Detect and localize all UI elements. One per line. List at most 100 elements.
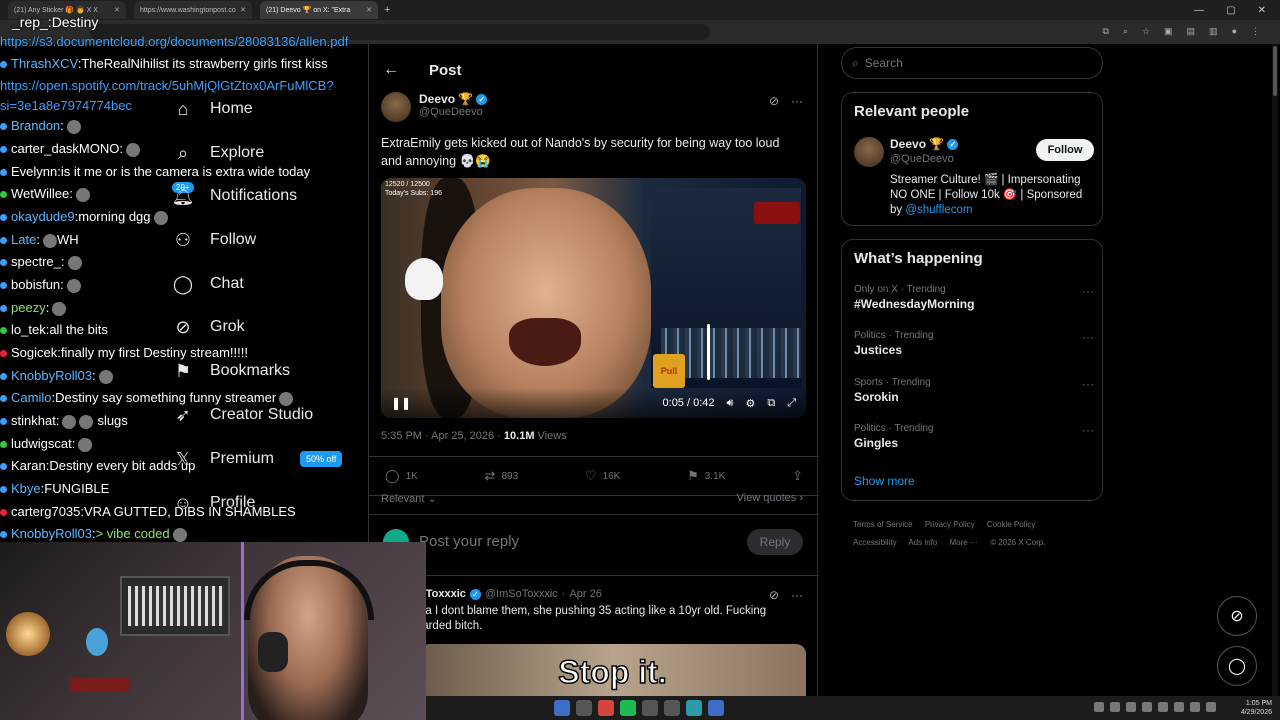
bio-mention-link[interactable]: @shufflecom [905,204,972,216]
steam-icon[interactable] [642,700,658,716]
start-icon[interactable] [554,700,570,716]
search-bar[interactable]: ⌕ [841,47,1103,79]
heart-icon: ♡ [584,468,597,483]
volume-icon[interactable] [1206,702,1216,712]
new-tab-icon[interactable]: + [384,4,390,16]
more-icon[interactable]: ··· [1082,284,1094,298]
close-window-button[interactable]: ✕ [1258,5,1266,16]
grok-icon[interactable]: ⊘ [769,94,779,108]
tray-icon[interactable] [1174,702,1184,712]
messages-button[interactable]: ◯ [1217,646,1257,686]
picture-in-picture-icon[interactable]: ⧉ [767,397,775,410]
avatar[interactable] [381,92,411,122]
more-icon[interactable]: ··· [791,94,803,108]
grok-icon[interactable]: ⊘ [769,588,779,602]
trend-item[interactable]: Politics · Trending Justices ··· [854,330,1094,357]
reply-button[interactable]: Reply [747,529,803,555]
chat-link[interactable]: https://s3.documentcloud.org/documents/2… [0,34,348,50]
minimize-button[interactable]: — [1194,5,1204,16]
more-icon[interactable]: ··· [1082,423,1094,437]
share-action[interactable]: ⇪ [792,468,803,484]
scrollbar[interactable] [1272,44,1278,696]
file-explorer-icon[interactable] [576,700,592,716]
settings-icon[interactable] [686,700,702,716]
volume-icon[interactable]: 🔊︎ [727,397,734,410]
profile-icon[interactable]: ● [1232,26,1237,37]
like-action[interactable]: ♡ 16K [585,468,620,484]
reply-author-name[interactable]: oToxxxic [419,588,466,600]
footer-link[interactable]: Ads info [908,538,937,547]
footer-link[interactable]: Cookie Policy [987,520,1035,529]
user-badge-icon [0,350,7,358]
more-icon[interactable]: ··· [791,588,803,602]
extension-icon[interactable]: ▤ [1187,26,1196,37]
show-more-link[interactable]: Show more [854,474,915,488]
chat-message: Brandon: [0,118,81,134]
menu-icon[interactable]: ⋮ [1251,26,1260,37]
trend-category: Politics · Trending [854,423,934,434]
footer-link[interactable]: More ··· [950,538,978,547]
back-arrow-icon[interactable]: ← [383,61,399,79]
chrome-icon[interactable] [598,700,614,716]
reply-author-handle[interactable]: @ImSoToxxxic [485,588,558,600]
spotify-icon[interactable] [620,700,636,716]
relevant-people-card: Relevant people Deevo 🏆 ✓ @QueDeevo Follo… [841,92,1103,226]
wifi-icon[interactable] [1190,702,1200,712]
scroll-thumb[interactable] [1273,46,1277,96]
tray-icon[interactable] [1094,702,1104,712]
footer-link[interactable]: Terms of Service [853,520,913,529]
more-icon[interactable]: ··· [1082,330,1094,344]
star-icon[interactable]: ☆ [1142,26,1150,37]
follow-button[interactable]: Follow [1036,139,1094,161]
tray-icon[interactable] [1142,702,1152,712]
reply-input[interactable] [419,533,679,550]
reply-post[interactable]: oToxxxic ✓ @ImSoToxxxic · Apr 26 ⊘ ··· e… [369,580,817,704]
search-input[interactable] [864,56,1065,70]
video-player[interactable]: Pull 12520 / 12500 Today's Subs: 196 ❚❚ … [381,178,806,418]
author-name[interactable]: Deevo 🏆 [419,92,473,106]
extension-icon[interactable]: ▣ [1164,26,1173,37]
footer-link[interactable]: Accessibility [853,538,897,547]
app-icon[interactable] [708,700,724,716]
tray-icon[interactable] [1158,702,1168,712]
settings-icon[interactable]: ⚙ [745,397,755,410]
reply-action[interactable]: ◯ 1K [385,468,418,484]
split-view-icon[interactable]: ▥ [1209,26,1218,37]
reply-sort-dropdown[interactable]: Relevant ⌄ [381,492,437,505]
tray-icon[interactable] [1126,702,1136,712]
system-clock[interactable]: 1:05 PM 4/29/2026 [1241,699,1272,717]
trend-item[interactable]: Politics · Trending Gingles ··· [854,423,1094,450]
trend-item[interactable]: Sports · Trending Sorokin ··· [854,377,1094,404]
repost-action[interactable]: ⇄ 893 [485,468,519,484]
zoom-icon[interactable]: ⌕ [1123,26,1128,37]
more-icon[interactable]: ··· [1082,377,1094,391]
post-timestamp[interactable]: 5:35 PM · Apr 25, 2026 · [381,430,504,442]
bookmark-action[interactable]: ⚑ 3.1K [687,468,725,484]
grok-button[interactable]: ⊘ [1217,596,1257,636]
chat-link-message[interactable]: https://open.spotify.com/track/5uhMjQlGt… [0,76,372,116]
person-name[interactable]: Deevo 🏆 [890,137,944,151]
author-handle[interactable]: @QueDeevo [419,106,487,118]
app-icon[interactable] [664,700,680,716]
webcam-figurine [86,628,108,656]
post-author[interactable]: Deevo 🏆 ✓ @QueDeevo [381,92,488,122]
chat-username: carter_dask [11,141,79,156]
view-quotes-link[interactable]: View quotes › [737,492,803,504]
streamer-webcam [0,542,426,720]
extension-icon[interactable]: ⧉ [1102,26,1108,37]
avatar[interactable] [854,137,884,167]
person-handle[interactable]: @QueDeevo [890,153,954,165]
repost-icon: ⇄ [484,468,496,483]
maximize-button[interactable]: ▢ [1226,5,1235,16]
video-sub-counter: 12520 / 12500 Today's Subs: 196 [385,180,442,198]
pause-icon[interactable]: ❚❚ [391,396,411,410]
reply-media[interactable]: Stop it. [419,644,806,704]
volume-slider[interactable] [707,324,710,380]
footer-link[interactable]: Privacy Policy [925,520,975,529]
fullscreen-icon[interactable]: ⤢ [787,397,796,410]
tray-icon[interactable] [1110,702,1120,712]
reply-date[interactable]: Apr 26 [569,588,601,600]
chat-username: Kbye [11,481,41,496]
trend-item[interactable]: Only on X · Trending #WednesdayMorning ·… [854,284,1094,311]
reply-count: 1K [405,470,418,482]
